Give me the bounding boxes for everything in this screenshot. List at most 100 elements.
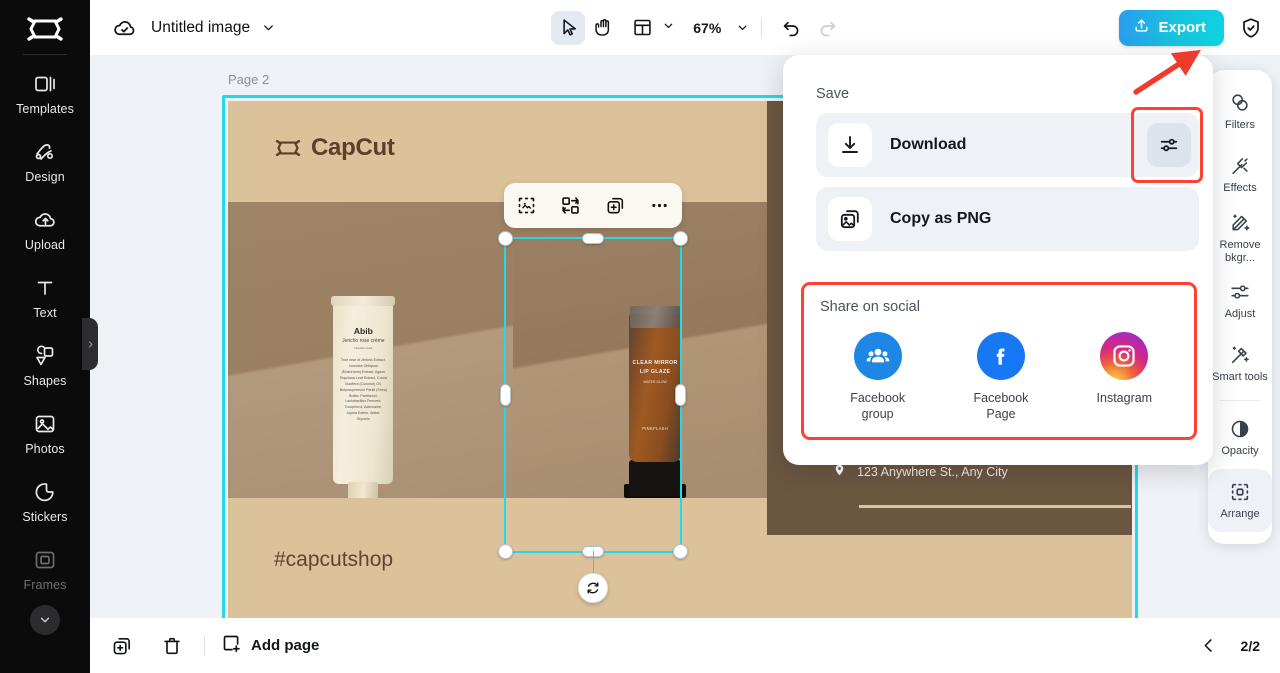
layout-tool[interactable] <box>623 11 677 45</box>
sidebar-item-design[interactable]: Design <box>0 127 90 195</box>
export-button-label: Export <box>1158 19 1206 36</box>
sidebar-divider <box>23 54 67 55</box>
bottom-divider <box>204 635 205 656</box>
resize-handle-top-left[interactable] <box>498 231 513 246</box>
chevron-left-icon[interactable] <box>1193 630 1225 662</box>
download-icon <box>828 123 872 167</box>
upload-cloud-icon <box>32 207 58 233</box>
effects-icon <box>1228 154 1252 178</box>
text-icon <box>32 275 58 301</box>
undo-button[interactable] <box>774 11 808 45</box>
opacity-icon <box>1228 417 1252 441</box>
bottom-toolbar: Add page 2/2 <box>90 618 1280 673</box>
settings-sliders-icon[interactable] <box>1147 123 1191 167</box>
toolbar-divider <box>761 17 763 38</box>
add-page-icon <box>221 633 242 659</box>
right-item-label: Adjust <box>1224 308 1256 321</box>
sidebar-item-upload[interactable]: Upload <box>0 195 90 263</box>
right-item-label: Remove bkgr... <box>1219 238 1261 264</box>
more-options-icon[interactable] <box>647 193 673 219</box>
redo-button[interactable] <box>810 11 844 45</box>
add-page-button[interactable]: Add page <box>221 633 319 659</box>
trash-icon[interactable] <box>156 630 188 662</box>
select-arrow-tool[interactable] <box>551 10 586 45</box>
shield-check-icon[interactable] <box>1238 15 1264 41</box>
hand-pan-tool[interactable] <box>587 11 621 45</box>
artboard-logo-text: CapCut <box>311 134 395 161</box>
right-sidebar: Filters Effects Remove bkgr... Adjust Sm… <box>1208 70 1272 544</box>
share-instagram-button[interactable]: Instagram <box>1063 332 1186 422</box>
share-facebook-group-button[interactable]: Facebook group <box>816 332 939 422</box>
sidebar-item-frames[interactable]: Frames <box>0 535 90 603</box>
right-item-filters[interactable]: Filters <box>1208 80 1272 143</box>
sidebar-item-photos[interactable]: Photos <box>0 399 90 467</box>
title-chevron-down-icon[interactable] <box>261 20 276 35</box>
artboard-capcut-logo: CapCut <box>273 134 395 162</box>
smart-tools-icon <box>1228 343 1252 367</box>
right-item-label: Filters <box>1225 119 1255 132</box>
sidebar-item-label: Templates <box>16 101 74 116</box>
capcut-logo-icon[interactable] <box>21 12 69 46</box>
page-navigation: 2/2 <box>1193 630 1260 662</box>
sidebar-expand-button[interactable] <box>30 605 60 635</box>
sidebar-item-label: Design <box>25 169 65 184</box>
right-item-label: Effects <box>1223 182 1257 195</box>
frames-icon <box>32 547 58 573</box>
shapes-icon <box>32 343 58 369</box>
export-button[interactable]: Export <box>1119 9 1224 46</box>
rotate-handle[interactable] <box>578 573 608 603</box>
copy-as-png-row[interactable]: Copy as PNG <box>816 187 1199 251</box>
sidebar-collapse-handle[interactable] <box>82 318 98 370</box>
element-float-toolbar[interactable] <box>504 183 682 228</box>
product-1-subtitle2: Nutrition tube <box>354 346 373 350</box>
zoom-level-value[interactable]: 67% <box>693 20 721 36</box>
resize-handle-bottom-left[interactable] <box>498 544 513 559</box>
sidebar-item-shapes[interactable]: Shapes <box>0 331 90 399</box>
replace-swap-icon[interactable] <box>558 193 584 219</box>
sidebar-item-label: Text <box>33 305 57 320</box>
resize-handle-left-center[interactable] <box>500 384 511 406</box>
artboard-divider-rule <box>859 505 1131 508</box>
sidebar-item-templates[interactable]: Templates <box>0 59 90 127</box>
right-item-adjust[interactable]: Adjust <box>1208 269 1272 332</box>
share-on-social-highlight: Share on social Facebook group Facebook … <box>801 282 1197 440</box>
zoom-chevron-down-icon[interactable] <box>736 21 749 34</box>
resize-handle-top-right[interactable] <box>673 231 688 246</box>
right-item-remove-bkgr[interactable]: Remove bkgr... <box>1208 206 1272 269</box>
document-title[interactable]: Untitled image <box>151 19 250 37</box>
product-1-subtitle: Jericho rose crème <box>342 338 385 344</box>
right-item-arrange[interactable]: Arrange <box>1208 469 1272 532</box>
product-photo-1[interactable]: Abib Jericho rose crème Nutrition tube T… <box>228 202 513 510</box>
page-indicator: 2/2 <box>1240 637 1260 654</box>
sidebar-item-text[interactable]: Text <box>0 263 90 331</box>
product-tube-cream: Abib Jericho rose crème Nutrition tube T… <box>331 296 396 501</box>
templates-icon <box>32 71 58 97</box>
adjust-sliders-icon <box>1228 280 1252 304</box>
duplicate-icon[interactable] <box>602 193 628 219</box>
right-item-effects[interactable]: Effects <box>1208 143 1272 206</box>
left-sidebar: Templates Design Upload Text Shapes Phot… <box>0 0 90 673</box>
download-label: Download <box>890 136 967 153</box>
artboard-hashtag: #capcutshop <box>274 548 394 571</box>
resize-handle-bottom-right[interactable] <box>673 544 688 559</box>
right-item-opacity[interactable]: Opacity <box>1208 406 1272 469</box>
resize-handle-right-center[interactable] <box>675 384 686 406</box>
product-1-brand: Abib <box>353 326 373 336</box>
layout-chevron-down-icon <box>662 19 675 37</box>
add-page-label: Add page <box>251 637 320 654</box>
right-item-smart-tools[interactable]: Smart tools <box>1208 332 1272 395</box>
design-icon <box>32 139 58 165</box>
instagram-label: Instagram <box>1096 391 1153 405</box>
duplicate-page-icon[interactable] <box>106 630 138 662</box>
image-selection-box[interactable] <box>498 231 688 603</box>
crop-frame-icon[interactable] <box>513 193 539 219</box>
share-facebook-page-button[interactable]: Facebook Page <box>939 332 1062 422</box>
product-1-ingredients: True rose of Jericho Extract, Inonotus O… <box>339 358 388 422</box>
cloud-saved-icon[interactable] <box>111 15 137 41</box>
right-item-label: Smart tools <box>1212 371 1268 384</box>
instagram-icon <box>1100 332 1149 380</box>
resize-handle-top-center[interactable] <box>582 233 604 244</box>
sidebar-item-stickers[interactable]: Stickers <box>0 467 90 535</box>
right-item-label: Opacity <box>1221 445 1259 458</box>
rotate-stem <box>593 551 594 573</box>
